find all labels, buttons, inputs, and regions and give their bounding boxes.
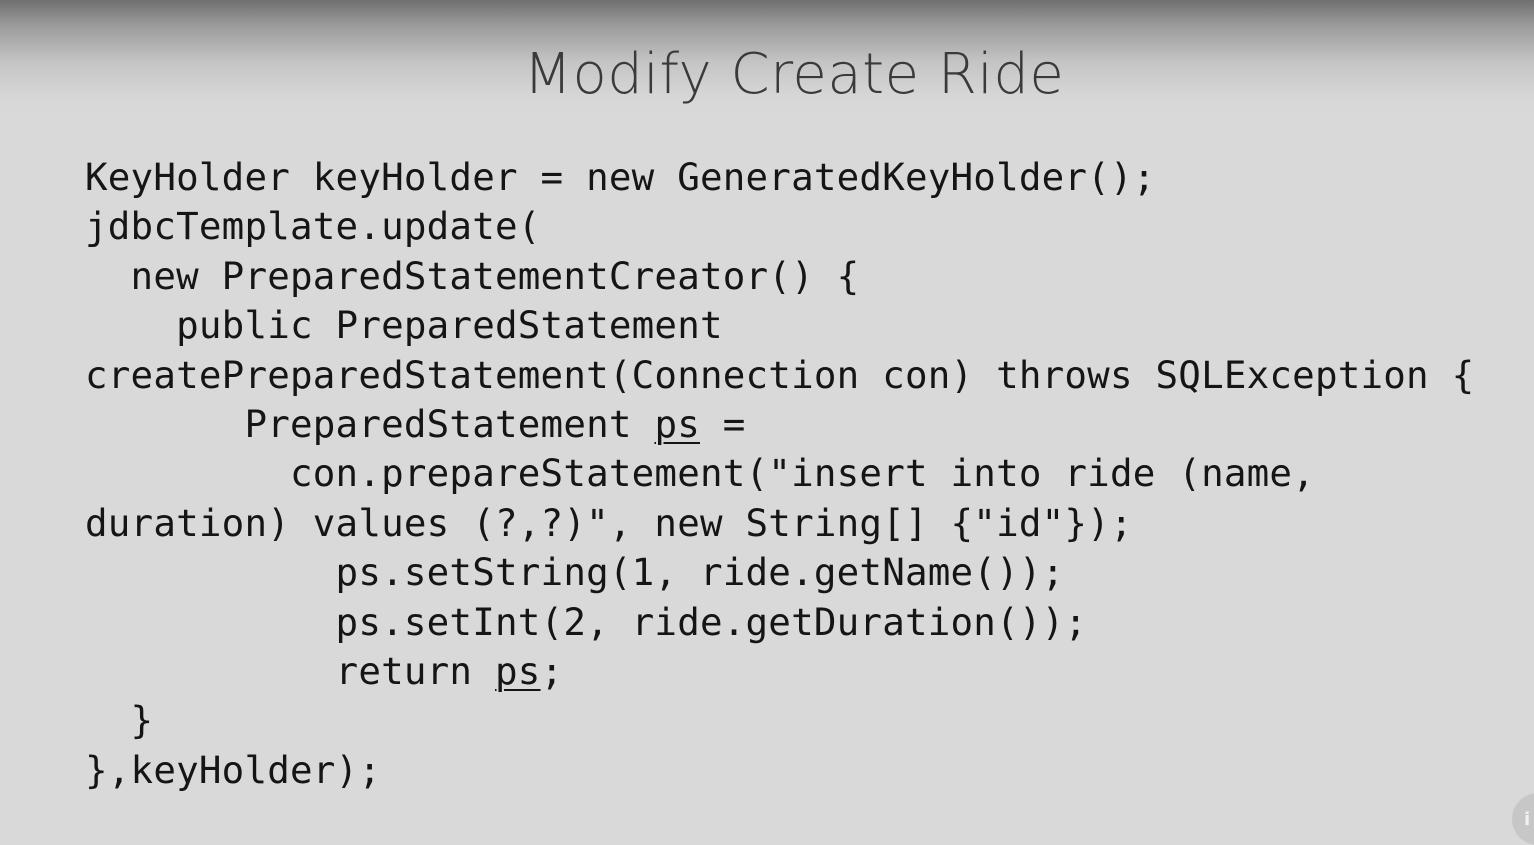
code-line: ps.setString(1, ride.getName()); <box>85 550 1065 595</box>
code-line: KeyHolder keyHolder = new GeneratedKeyHo… <box>85 155 1156 199</box>
code-line: jdbcTemplate.update( <box>85 204 541 249</box>
info-glyph: i <box>1524 808 1531 830</box>
code-line: duration) values (?,?)", new String[] {"… <box>85 500 1133 545</box>
underlined-variable: ps <box>654 401 700 446</box>
code-line: public PreparedStatement <box>85 303 723 348</box>
code-block: KeyHolder keyHolder = new GeneratedKeyHo… <box>85 153 1474 795</box>
slide-title: Modify Create Ride <box>523 42 1065 107</box>
code-line: con.prepareStatement("insert into ride (… <box>85 451 1315 496</box>
underlined-variable: ps <box>494 648 541 693</box>
code-line: new PreparedStatementCreator() { <box>85 253 860 298</box>
code-line: return ps; <box>85 648 564 693</box>
player-info-icon[interactable]: i <box>1512 793 1534 845</box>
code-line: PreparedStatement ps = <box>85 401 746 446</box>
code-line: createPreparedStatement(Connection con) … <box>85 352 1475 397</box>
code-line: },keyHolder); <box>85 747 382 792</box>
code-line: ps.setInt(2, ride.getDuration()); <box>85 599 1088 644</box>
code-line: } <box>85 698 154 743</box>
